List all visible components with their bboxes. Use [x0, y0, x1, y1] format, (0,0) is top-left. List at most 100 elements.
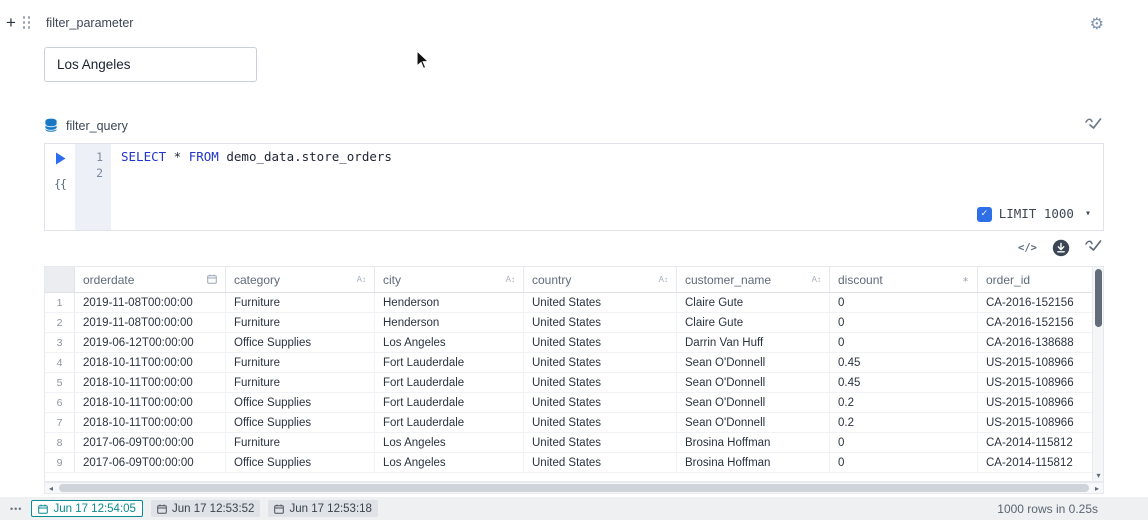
table-cell: Fort Lauderdale — [375, 413, 524, 432]
rows-summary: 1000 rows in 0.25s — [997, 502, 1138, 516]
row-number: 3 — [45, 333, 75, 352]
column-header-city[interactable]: cityA↕ — [375, 267, 524, 292]
more-options-button[interactable]: ••• — [10, 504, 22, 514]
download-icon[interactable] — [1052, 239, 1070, 257]
table-cell: Furniture — [226, 353, 375, 372]
vertical-scrollbar[interactable]: ▾ — [1092, 267, 1103, 481]
line-number-gutter: 12 — [75, 144, 111, 230]
vertical-scrollbar-thumb[interactable] — [1095, 269, 1102, 327]
drag-handle-icon[interactable] — [23, 16, 31, 29]
sql-token: demo_data.store_orders — [219, 149, 392, 164]
table-cell: Office Supplies — [226, 393, 375, 412]
run-query-button[interactable] — [55, 152, 66, 165]
table-cell: CA-2016-152156 — [978, 313, 1104, 332]
sort-alpha-icon: A↕ — [357, 275, 366, 284]
column-header-discount[interactable]: discount∗ — [830, 267, 978, 292]
run-chip[interactable]: Jun 17 12:53:52 — [151, 500, 261, 517]
table-cell: 0 — [830, 433, 978, 452]
table-cell: Darrin Van Huff — [677, 333, 830, 352]
run-graph-icon[interactable] — [1085, 238, 1102, 257]
column-header-category[interactable]: category A↕ — [226, 267, 375, 292]
column-header-label: customer_name — [685, 273, 771, 287]
sql-line-1: SELECT * FROM demo_data.store_orders — [121, 149, 1103, 165]
query-cell-title: filter_query — [66, 119, 128, 133]
table-cell: Henderson — [375, 293, 524, 312]
table-row[interactable]: 82017-06-09T00:00:00FurnitureLos Angeles… — [45, 433, 1103, 453]
run-timestamp: Jun 17 12:53:52 — [172, 503, 255, 515]
sql-code-area[interactable]: SELECT * FROM demo_data.store_orders ✓ L… — [111, 144, 1103, 230]
table-cell: United States — [524, 393, 677, 412]
table-cell: Sean O'Donnell — [677, 373, 830, 392]
editor-controls: {{ — [45, 144, 75, 230]
horizontal-scrollbar[interactable]: ◂ ▸ — [44, 482, 1104, 494]
sql-token: SELECT — [121, 149, 166, 164]
row-number: 8 — [45, 433, 75, 452]
table-cell: United States — [524, 353, 677, 372]
table-cell: 0.45 — [830, 353, 978, 372]
table-cell: Office Supplies — [226, 333, 375, 352]
table-cell: Fort Lauderdale — [375, 393, 524, 412]
table-cell: 2019-11-08T00:00:00 — [75, 293, 226, 312]
jinja-braces-icon[interactable]: {{ — [54, 177, 66, 191]
mouse-cursor — [415, 50, 430, 71]
column-header-label: city — [383, 273, 401, 287]
scroll-right-arrow-icon[interactable]: ▸ — [1091, 484, 1103, 493]
sql-token: FROM — [189, 149, 219, 164]
table-cell: Fort Lauderdale — [375, 373, 524, 392]
row-number: 4 — [45, 353, 75, 372]
code-view-icon[interactable]: </> — [1018, 242, 1037, 254]
table-cell: Furniture — [226, 433, 375, 452]
table-body: 12019-11-08T00:00:00FurnitureHendersonUn… — [45, 293, 1103, 473]
table-cell: CA-2014-115812 — [978, 433, 1104, 452]
table-row[interactable]: 22019-11-08T00:00:00FurnitureHendersonUn… — [45, 313, 1103, 333]
sql-token: * — [166, 149, 189, 164]
table-cell: US-2015-108966 — [978, 353, 1104, 372]
table-cell: 2017-06-09T00:00:00 — [75, 433, 226, 452]
table-cell: United States — [524, 413, 677, 432]
line-number: 1 — [75, 149, 103, 165]
table-cell: US-2015-108966 — [978, 413, 1104, 432]
limit-checkbox[interactable]: ✓ — [977, 207, 992, 222]
table-row[interactable]: 52018-10-11T00:00:00FurnitureFort Lauder… — [45, 373, 1103, 393]
column-header-label: category — [234, 273, 280, 287]
run-history: Jun 17 12:54:05 Jun 17 12:53:52 Jun 17 12:… — [31, 500, 378, 517]
table-cell: 2018-10-11T00:00:00 — [75, 353, 226, 372]
numeric-type-icon: ∗ — [962, 275, 969, 284]
table-cell: CA-2014-115812 — [978, 453, 1104, 472]
parameter-cell-title: filter_parameter — [46, 16, 134, 30]
table-cell: United States — [524, 313, 677, 332]
column-header-orderdate[interactable]: orderdate — [75, 267, 226, 292]
limit-row: ✓ LIMIT 1000 ▾ — [977, 206, 1091, 222]
run-chip[interactable]: Jun 17 12:53:18 — [268, 500, 378, 517]
run-graph-icon[interactable] — [1085, 116, 1102, 135]
calendar-icon — [274, 504, 284, 514]
table-row[interactable]: 72018-10-11T00:00:00Office SuppliesFort … — [45, 413, 1103, 433]
column-header-country[interactable]: countryA↕ — [524, 267, 677, 292]
table-row[interactable]: 12019-11-08T00:00:00FurnitureHendersonUn… — [45, 293, 1103, 313]
parameter-value-input[interactable] — [44, 47, 257, 82]
query-cell-header: filter_query — [44, 118, 128, 133]
run-chip-active[interactable]: Jun 17 12:54:05 — [31, 500, 143, 517]
horizontal-scrollbar-thumb[interactable] — [59, 484, 1089, 492]
table-cell: Claire Gute — [677, 293, 830, 312]
table-cell: Furniture — [226, 373, 375, 392]
limit-label: LIMIT 1000 — [999, 206, 1074, 222]
table-cell: Los Angeles — [375, 333, 524, 352]
column-header-order_id[interactable]: order_id — [978, 267, 1104, 292]
column-header-customer_name[interactable]: customer_nameA↕ — [677, 267, 830, 292]
table-cell: 2019-11-08T00:00:00 — [75, 313, 226, 332]
scroll-down-arrow-icon[interactable]: ▾ — [1093, 471, 1104, 480]
limit-dropdown-caret[interactable]: ▾ — [1085, 206, 1091, 222]
results-table: orderdatecategoryA↕cityA↕countryA↕custom… — [44, 266, 1104, 482]
table-row[interactable]: 62018-10-11T00:00:00Office SuppliesFort … — [45, 393, 1103, 413]
gear-icon[interactable]: ⚙ — [1090, 14, 1104, 34]
add-cell-button[interactable]: + — [6, 14, 16, 31]
table-cell: United States — [524, 333, 677, 352]
scroll-left-arrow-icon[interactable]: ◂ — [45, 484, 57, 493]
sql-editor[interactable]: {{ 12 SELECT * FROM demo_data.store_orde… — [44, 143, 1104, 231]
table-header-row: orderdatecategoryA↕cityA↕countryA↕custom… — [45, 267, 1103, 293]
table-row[interactable]: 42018-10-11T00:00:00FurnitureFort Lauder… — [45, 353, 1103, 373]
table-row[interactable]: 32019-06-12T00:00:00Office SuppliesLos A… — [45, 333, 1103, 353]
table-cell: Furniture — [226, 313, 375, 332]
table-row[interactable]: 92017-06-09T00:00:00Office SuppliesLos A… — [45, 453, 1103, 473]
